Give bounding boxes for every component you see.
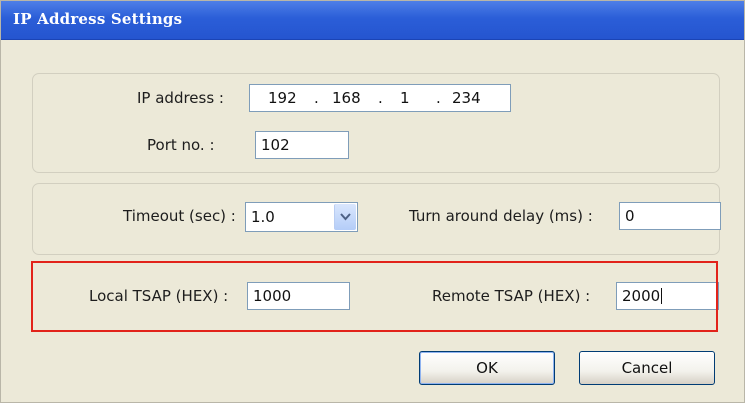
cancel-button[interactable]: Cancel bbox=[579, 351, 715, 385]
ip-dot: . bbox=[436, 89, 441, 107]
ip-octet-1: 192 bbox=[268, 89, 297, 107]
ip-address-input[interactable]: 192 . 168 . 1 . 234 bbox=[249, 84, 511, 112]
turnaround-label: Turn around delay (ms) : bbox=[409, 207, 593, 225]
dropdown-button[interactable] bbox=[334, 204, 356, 230]
ip-address-label: IP address : bbox=[137, 89, 224, 107]
ip-octet-3: 1 bbox=[400, 89, 410, 107]
window-title: IP Address Settings bbox=[13, 10, 183, 28]
ip-octet-4: 234 bbox=[452, 89, 481, 107]
ok-button[interactable]: OK bbox=[419, 351, 555, 385]
ip-dot: . bbox=[378, 89, 383, 107]
timeout-label: Timeout (sec) : bbox=[123, 207, 236, 225]
port-label: Port no. : bbox=[147, 136, 215, 154]
tsap-highlight-box bbox=[31, 261, 718, 332]
port-input[interactable]: 102 bbox=[255, 131, 349, 159]
ip-address-settings-dialog: IP Address Settings IP address : 192 . 1… bbox=[0, 0, 745, 403]
timing-settings-group: Timeout (sec) : 1.0 Turn around delay (m… bbox=[32, 183, 721, 255]
timeout-value: 1.0 bbox=[251, 208, 275, 226]
ip-settings-group: IP address : 192 . 168 . 1 . 234 Port no… bbox=[32, 73, 720, 173]
timeout-select[interactable]: 1.0 bbox=[245, 202, 358, 232]
ip-octet-2: 168 bbox=[332, 89, 361, 107]
title-bar[interactable]: IP Address Settings bbox=[1, 1, 744, 40]
chevron-down-icon bbox=[340, 213, 351, 221]
ip-dot: . bbox=[314, 89, 319, 107]
turnaround-input[interactable]: 0 bbox=[619, 202, 721, 230]
